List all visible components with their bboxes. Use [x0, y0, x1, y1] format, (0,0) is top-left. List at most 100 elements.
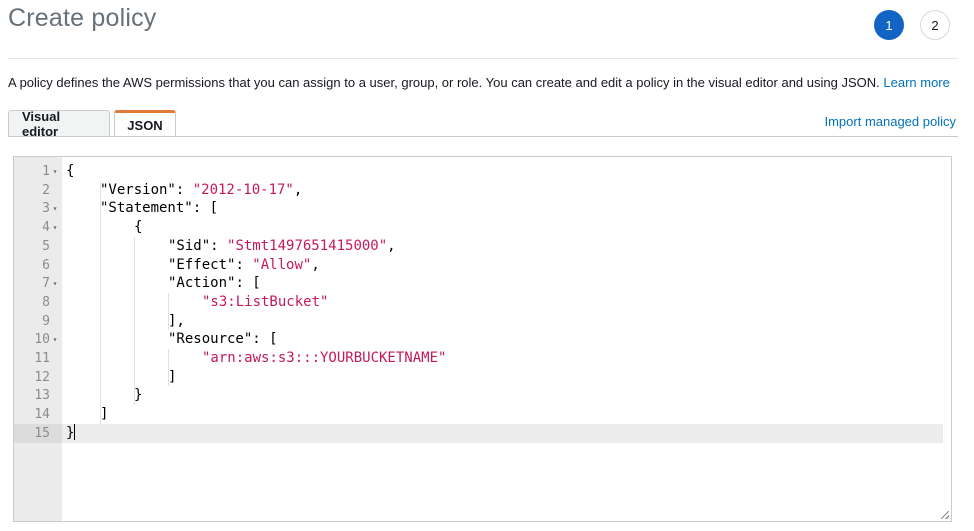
create-policy-page: Create policy 1 2 A policy defines the A…	[0, 0, 974, 531]
line-number: 14	[14, 405, 62, 424]
code-text: ],	[62, 312, 943, 331]
code-text: "Statement": [	[62, 199, 943, 218]
line-number-text: 15	[34, 425, 50, 441]
json-punctuation: :	[235, 256, 253, 273]
line-number: 4 ▾	[14, 218, 62, 237]
json-punctuation: : [	[192, 200, 219, 217]
line-number: 10 ▾	[14, 330, 62, 349]
code-text: "s3:ListBucket"	[62, 293, 943, 312]
line-number: 15	[14, 423, 62, 443]
code-line[interactable]: 3 ▾ "Statement": [	[42, 199, 951, 218]
title-divider	[8, 58, 958, 59]
import-managed-policy-link[interactable]: Import managed policy	[824, 114, 956, 129]
code-line[interactable]: 11 "arn:aws:s3:::YOURBUCKETNAME"	[34, 349, 951, 368]
code-line[interactable]: 2 "Version": "2012-10-17",	[42, 181, 951, 200]
line-number: 6	[14, 256, 62, 275]
line-number-text: 4	[42, 220, 50, 236]
json-key: "Action"	[168, 275, 236, 292]
code-text: }	[62, 386, 943, 405]
json-punctuation: ,	[387, 237, 396, 254]
policy-description-text: A policy defines the AWS permissions tha…	[8, 75, 880, 90]
json-punctuation: ]	[100, 406, 109, 423]
json-string-value: "Allow"	[252, 256, 312, 273]
code-text: ]	[62, 405, 943, 424]
indent-guide	[100, 180, 101, 424]
line-number-text: 9	[42, 313, 50, 329]
indent-guide	[168, 349, 169, 387]
fold-arrow-icon[interactable]: ▾	[50, 199, 60, 218]
json-punctuation: : [	[235, 275, 261, 292]
code-text: }	[62, 423, 943, 443]
line-number-text: 8	[42, 294, 50, 310]
code-line[interactable]: 8 "s3:ListBucket"	[42, 293, 951, 312]
line-number-text: 11	[34, 351, 50, 366]
json-key: "Effect"	[168, 256, 236, 273]
indent-guide	[134, 236, 135, 406]
fold-arrow-icon[interactable]: ▾	[50, 330, 60, 349]
json-punctuation: }	[134, 387, 143, 404]
code-text: "arn:aws:s3:::YOURBUCKETNAME"	[62, 349, 943, 368]
code-text: ]	[62, 368, 943, 387]
line-number-text: 12	[34, 369, 50, 385]
line-number: 2	[14, 181, 62, 200]
json-key: "Version"	[100, 181, 176, 198]
code-line[interactable]: 14]	[34, 405, 951, 424]
line-number-text: 6	[42, 257, 50, 273]
code-line[interactable]: 7 ▾ "Action": [	[42, 274, 951, 293]
json-key: "Resource"	[168, 331, 253, 348]
indent-guide	[168, 292, 169, 331]
line-number-text: 13	[34, 388, 50, 404]
json-punctuation: ,	[293, 181, 303, 198]
wizard-steps: 1 2	[874, 10, 950, 40]
code-area[interactable]: 1 ▾{2 "Version": "2012-10-17", 3 ▾ "Statement…	[14, 157, 951, 521]
code-line[interactable]: 1 ▾ {	[42, 162, 951, 181]
tab-visual-editor[interactable]: Visual editor	[8, 109, 110, 139]
line-number-text: 7	[42, 276, 50, 292]
tabs-divider	[8, 136, 958, 137]
editor-tabs: Visual editor JSON	[8, 109, 176, 139]
json-key: "Sid"	[168, 237, 211, 254]
fold-arrow-icon[interactable]: ▾	[50, 218, 60, 237]
code-text: "Effect": "Allow",	[62, 256, 943, 275]
learn-more-link[interactable]: Learn more	[883, 75, 949, 90]
resize-handle-icon[interactable]	[941, 511, 949, 519]
code-text: "Version": "2012-10-17",	[62, 181, 943, 200]
json-punctuation: ],	[168, 312, 185, 329]
line-number-text: 1	[42, 164, 50, 179]
fold-arrow-icon[interactable]: ▾	[50, 162, 60, 181]
json-punctuation: ]	[168, 368, 177, 385]
code-line[interactable]: 9],	[42, 312, 951, 331]
code-line[interactable]: 5 "Sid": "Stmt1497651415000",	[42, 237, 951, 256]
line-number-text: 14	[34, 407, 50, 423]
page-title: Create policy	[8, 4, 157, 32]
line-number: 12	[14, 368, 62, 387]
code-line[interactable]: 15}	[14, 423, 951, 443]
json-punctuation: : [	[252, 331, 278, 348]
json-string-value: "Stmt1497651415000"	[227, 237, 388, 254]
code-line[interactable]: 10 ▾ "Resource": [	[34, 330, 951, 349]
code-text: "Resource": [	[62, 330, 943, 349]
line-number: 3 ▾	[14, 199, 62, 218]
step-2-indicator[interactable]: 2	[920, 10, 950, 40]
tab-json[interactable]: JSON	[114, 110, 176, 137]
json-string-value: "2012-10-17"	[192, 181, 294, 198]
code-line[interactable]: 4 ▾ {	[42, 218, 951, 237]
json-punctuation: :	[210, 237, 228, 254]
json-editor[interactable]: 1 ▾{2 "Version": "2012-10-17", 3 ▾ "Statement…	[13, 156, 952, 522]
step-1-indicator[interactable]: 1	[874, 10, 904, 40]
fold-arrow-icon[interactable]: ▾	[50, 274, 60, 293]
code-text: "Sid": "Stmt1497651415000",	[62, 237, 943, 256]
code-line[interactable]: 6 "Effect": "Allow",	[42, 256, 951, 275]
code-text: "Action": [	[62, 274, 943, 293]
json-string-value: "arn:aws:s3:::YOURBUCKETNAME"	[202, 350, 447, 366]
line-number-text: 3	[42, 201, 50, 217]
line-number: 11	[14, 349, 62, 368]
code-line[interactable]: 12]	[34, 368, 951, 387]
json-punctuation: }	[66, 424, 75, 441]
code-line[interactable]: 13}	[34, 386, 951, 405]
json-punctuation: ,	[311, 256, 320, 273]
json-punctuation: :	[175, 181, 193, 198]
line-number: 5	[14, 237, 62, 256]
line-number: 9	[14, 312, 62, 331]
line-number: 13	[14, 386, 62, 405]
